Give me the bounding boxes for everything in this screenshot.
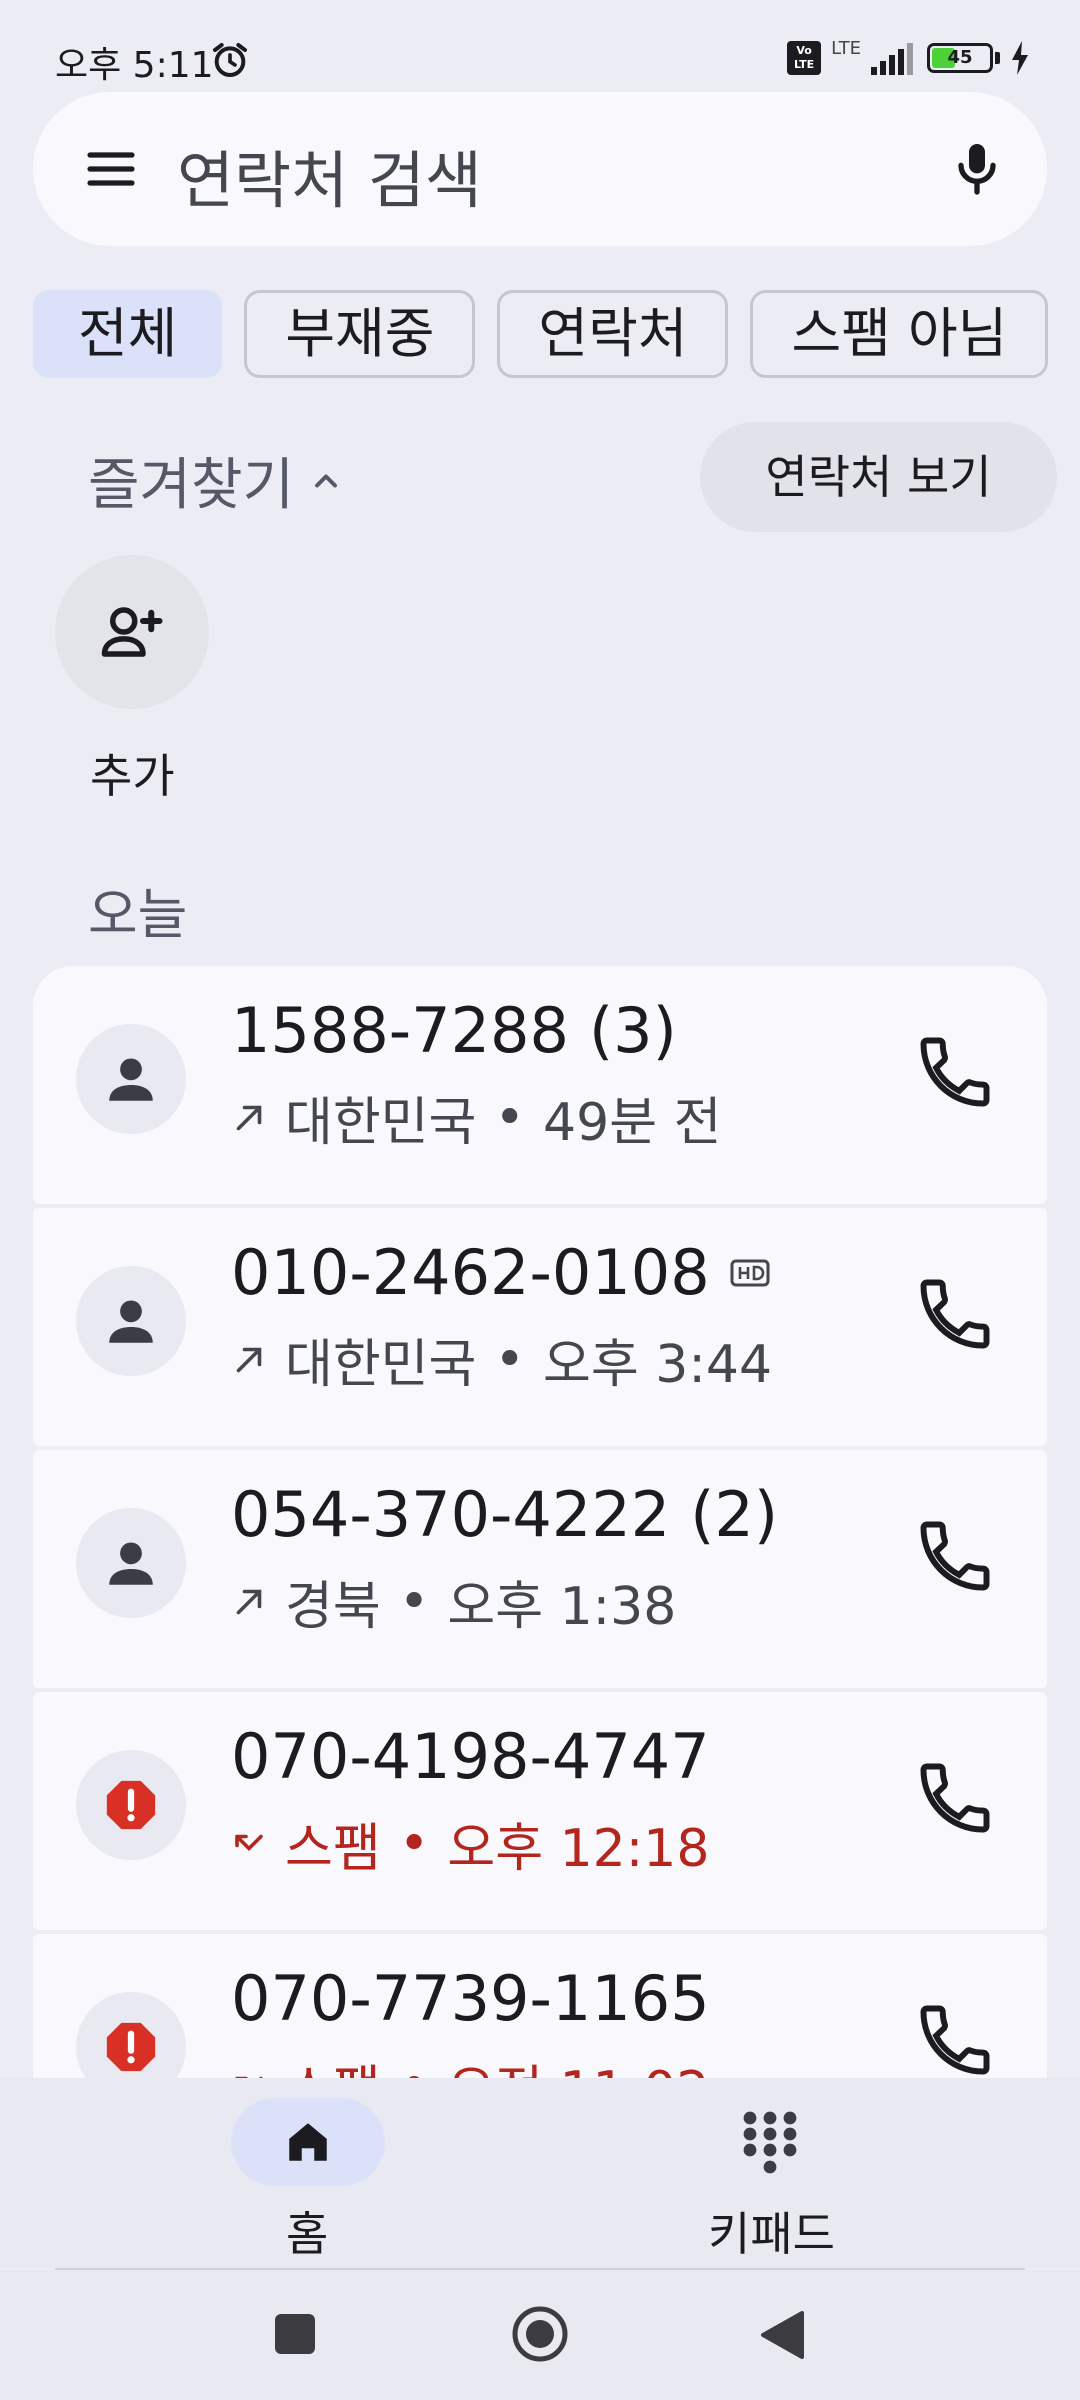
- home-icon: [289, 2123, 327, 2161]
- phone-number: 070-7739-1165: [231, 1962, 710, 2035]
- network-type-label: LTE: [831, 37, 861, 59]
- phone-number: 010-2462-0108: [231, 1236, 710, 1309]
- person-icon: [109, 1300, 153, 1343]
- status-indicators: Vo LTE LTE 45: [787, 38, 1030, 78]
- separator-dot: •: [494, 1087, 526, 1148]
- outgoing-call-icon: [236, 1105, 262, 1130]
- system-navigation-bar: [0, 2270, 1080, 2400]
- call-details: 대한민국 • 오후 3:44: [231, 1322, 772, 1397]
- status-time: 오후 5:11: [55, 45, 214, 86]
- add-favorite-button[interactable]: [55, 555, 209, 709]
- missed-call-icon: [235, 1834, 263, 1851]
- favorites-title: 즐겨찾기: [88, 453, 295, 518]
- nav-home-label[interactable]: 홈: [286, 2198, 328, 2264]
- call-details: 경북 • 오후 1:38: [231, 1564, 676, 1639]
- call-row[interactable]: 070-4198-4747 스팸 • 오후 12:18: [33, 1692, 1047, 1930]
- filter-chip-all[interactable]: 전체: [33, 290, 223, 378]
- phone-call-icon[interactable]: [913, 1272, 997, 1356]
- call-time: 오후 3:44: [543, 1335, 773, 1395]
- phone-call-icon[interactable]: [913, 1514, 997, 1598]
- chevron-up-icon: [315, 474, 338, 487]
- spam-warning-icon: [106, 1780, 156, 1830]
- dialpad-icon[interactable]: [740, 2110, 800, 2176]
- recents-square-icon[interactable]: [275, 2314, 315, 2354]
- call-details: 스팸 • 오후 12:18: [231, 1806, 709, 1881]
- separator-dot: •: [399, 2056, 430, 2079]
- filter-chip-not-spam[interactable]: 스팸 아님: [750, 290, 1049, 378]
- search-input[interactable]: 연락처 검색: [177, 130, 482, 220]
- call-details: 대한민국 • 49분 전: [231, 1080, 721, 1155]
- phone-number: 054-370-4222: [231, 1478, 671, 1551]
- call-row[interactable]: 054-370-4222 (2) 경북 • 오후 1:38: [33, 1450, 1047, 1688]
- status-bar: 오후 5:11 Vo LTE LTE 45: [0, 0, 1080, 90]
- avatar[interactable]: [76, 1750, 186, 1860]
- outgoing-call-icon: [236, 1589, 262, 1614]
- person-add-icon: [101, 607, 163, 657]
- call-time: 49분 전: [543, 1093, 722, 1153]
- avatar[interactable]: [76, 1266, 186, 1376]
- call-location: 경북: [285, 1577, 381, 1637]
- call-number: 070-4198-4747: [231, 1720, 710, 1793]
- call-location: 대한민국: [285, 1093, 477, 1153]
- add-favorite-label: 추가: [90, 749, 175, 803]
- call-time: 오전 11:02: [447, 2048, 709, 2078]
- call-number: 1588-7288 (3): [231, 994, 677, 1067]
- call-row[interactable]: 070-7739-1165 스팸 • 오전 11:02: [33, 1934, 1047, 2078]
- call-number: 070-7739-1165: [231, 1962, 710, 2035]
- hd-icon: [730, 1259, 770, 1286]
- avatar[interactable]: [76, 1024, 186, 1134]
- call-history-list: 1588-7288 (3) 대한민국 • 49분 전 010-2462-0108…: [33, 966, 1047, 2078]
- battery-level: 45: [947, 47, 973, 68]
- call-time: 오후 1:38: [447, 1577, 677, 1637]
- avatar[interactable]: [76, 1992, 186, 2078]
- call-location: 스팸: [285, 2048, 381, 2078]
- phone-call-icon[interactable]: [913, 1998, 997, 2078]
- separator-dot: •: [398, 1813, 430, 1874]
- call-location: 스팸: [285, 1819, 381, 1879]
- microphone-icon[interactable]: [945, 136, 1009, 200]
- person-icon: [109, 1058, 153, 1101]
- alarm-clock-icon: [213, 43, 247, 77]
- call-row[interactable]: 010-2462-0108 대한민국 • 오후 3:44: [33, 1208, 1047, 1446]
- view-contacts-button[interactable]: 연락처 보기: [700, 422, 1057, 532]
- nav-home-button[interactable]: [231, 2098, 385, 2186]
- call-number: 054-370-4222 (2): [231, 1478, 778, 1551]
- volte-icon: Vo LTE: [787, 41, 822, 75]
- separator-dot: •: [494, 1329, 526, 1390]
- section-header-today: 오늘: [88, 883, 188, 946]
- battery-tip: [995, 52, 1000, 64]
- missed-call-icon: [235, 2076, 263, 2078]
- favorites-header[interactable]: 즐겨찾기: [88, 440, 344, 521]
- filter-chips: 전체 부재중 연락처 스팸 아님: [33, 290, 1049, 378]
- filter-chip-missed[interactable]: 부재중: [244, 290, 476, 378]
- phone-number: 1588-7288: [231, 994, 569, 1067]
- hamburger-menu-icon[interactable]: [83, 141, 139, 197]
- signal-strength-icon: [871, 43, 913, 75]
- filter-chip-contacts[interactable]: 연락처: [497, 290, 729, 378]
- phone-call-icon[interactable]: [913, 1756, 997, 1840]
- call-number: 010-2462-0108: [231, 1236, 770, 1309]
- home-circle-icon[interactable]: [511, 2305, 569, 2363]
- call-row[interactable]: 1588-7288 (3) 대한민국 • 49분 전: [33, 966, 1047, 1204]
- call-location: 대한민국: [285, 1335, 477, 1395]
- call-count: (2): [690, 1478, 779, 1551]
- phone-call-icon[interactable]: [913, 1030, 997, 1114]
- separator-dot: •: [398, 1571, 430, 1632]
- outgoing-call-icon: [236, 1347, 262, 1372]
- call-details: 스팸 • 오전 11:02: [231, 2048, 709, 2078]
- phone-number: 070-4198-4747: [231, 1720, 710, 1793]
- battery-icon: 45: [927, 43, 993, 73]
- person-icon: [109, 1542, 153, 1585]
- call-count: (3): [588, 994, 677, 1067]
- call-time: 오후 12:18: [447, 1819, 710, 1879]
- search-bar[interactable]: 연락처 검색: [33, 92, 1047, 246]
- bolt-icon: [1012, 41, 1028, 75]
- avatar[interactable]: [76, 1508, 186, 1618]
- back-triangle-icon[interactable]: [758, 2310, 806, 2360]
- spam-warning-icon: [106, 2022, 156, 2072]
- nav-keypad-label[interactable]: 키패드: [708, 2198, 835, 2264]
- bottom-navigation: 홈 키패드: [0, 2078, 1080, 2268]
